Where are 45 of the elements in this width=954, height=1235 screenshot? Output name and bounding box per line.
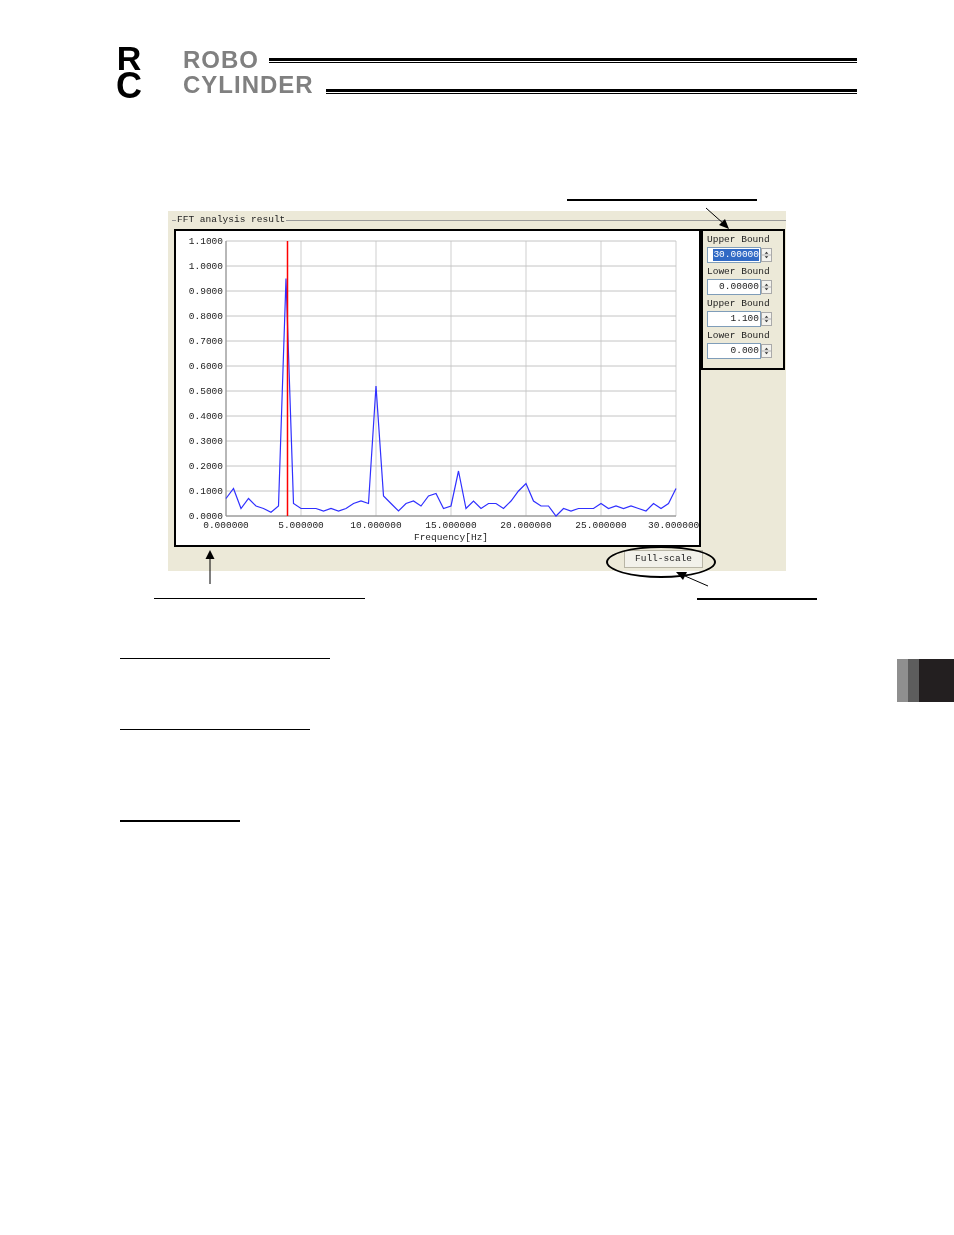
callout-arrow	[675, 571, 709, 587]
logo-text: CYLINDER	[183, 74, 314, 96]
axis-tick-label: 10.000000	[350, 520, 402, 531]
field-label: Upper Bound	[707, 298, 771, 310]
axis-tick-label: 0.4000	[188, 411, 223, 422]
axis-tick-label: 0.9000	[188, 286, 223, 297]
spin-button[interactable]	[761, 344, 772, 358]
axis-tick-label: 0.2000	[188, 461, 223, 472]
axis-tick-label: 0.000000	[203, 520, 249, 531]
field-value: 0.00000	[719, 281, 759, 293]
axis-title: Frequency[Hz]	[413, 532, 489, 543]
field-label: Upper Bound	[707, 234, 771, 246]
spin-button[interactable]	[761, 312, 772, 326]
logo-text: ROBO	[183, 50, 259, 70]
axis-tick-label: 0.5000	[188, 386, 223, 397]
field-value: 1.100	[730, 313, 759, 325]
axis-tick-label: 30.000000	[648, 520, 699, 531]
field-value: 30.00000	[713, 249, 759, 261]
axis-tick-label: 20.000000	[500, 520, 552, 531]
axis-tick-label: 1.1000	[188, 236, 223, 247]
axis-tick-label: 0.8000	[188, 311, 223, 322]
axis-tick-label: 0.7000	[188, 336, 223, 347]
logo-mark: C	[115, 72, 143, 100]
group-title: FFT analysis result	[176, 212, 287, 227]
axis-tick-label: 0.6000	[188, 361, 223, 372]
logo-mark: R	[115, 44, 143, 72]
axis-tick-label: 5.000000	[278, 520, 324, 531]
axis-tick-label: 1.0000	[188, 261, 223, 272]
axis-tick-label: 15.000000	[425, 520, 477, 531]
callout-arrow	[205, 550, 215, 584]
spin-button[interactable]	[761, 280, 772, 294]
axis-tick-label: 25.000000	[575, 520, 627, 531]
number-field[interactable]: 30.00000	[707, 247, 761, 263]
number-field[interactable]: 0.000	[707, 343, 761, 359]
field-label: Lower Bound	[707, 330, 771, 342]
field-value: 0.000	[730, 345, 759, 357]
number-field[interactable]: 0.00000	[707, 279, 761, 295]
number-field[interactable]: 1.100	[707, 311, 761, 327]
spin-button[interactable]	[761, 248, 772, 262]
chapter-tab-marker	[897, 659, 954, 702]
axis-tick-label: 0.0000	[188, 511, 223, 522]
full-scale-button[interactable]: Full-scale	[624, 550, 703, 568]
axis-tick-label: 0.3000	[188, 436, 223, 447]
field-label: Lower Bound	[707, 266, 771, 278]
axis-tick-label: 0.1000	[188, 486, 223, 497]
